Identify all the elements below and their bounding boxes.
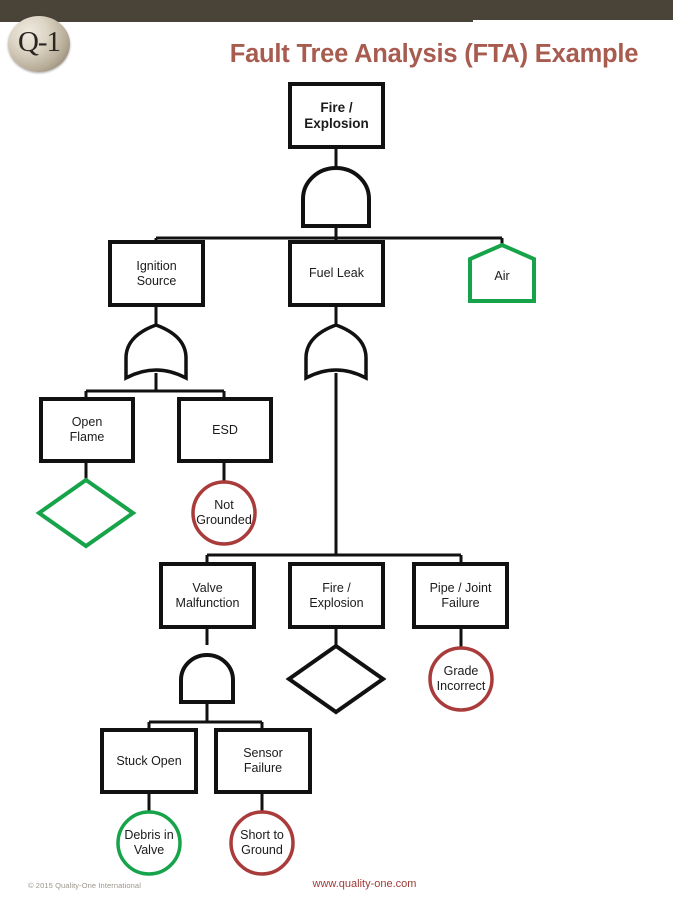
node-esd <box>177 397 273 463</box>
website-url[interactable]: www.quality-one.com <box>0 878 673 890</box>
or-gate-fuel-leak <box>304 323 368 381</box>
node-not-grounded-circle <box>191 480 257 546</box>
node-fire-explosion-2 <box>288 562 385 629</box>
fault-tree-diagram <box>0 0 673 898</box>
node-stuck-open <box>100 728 198 794</box>
node-debris-in-valve-circle <box>116 810 182 876</box>
slide-page: Q-1 Fault Tree Analysis (FTA) Example Fi… <box>0 0 673 898</box>
node-open-flame <box>39 397 135 463</box>
node-sensor-failure <box>214 728 312 794</box>
node-open-flame-undeveloped-diamond <box>35 477 137 549</box>
or-gate-ignition <box>124 323 188 381</box>
node-top-event <box>288 82 385 149</box>
node-short-to-ground-circle <box>229 810 295 876</box>
node-pipe-joint-failure <box>412 562 509 629</box>
and-gate-top <box>301 166 371 228</box>
node-air-house <box>468 242 536 303</box>
node-fire-explosion-transfer-diamond <box>285 643 387 715</box>
node-grade-incorrect-circle <box>428 646 494 712</box>
node-fuel-leak <box>288 240 385 307</box>
node-valve-malfunction <box>159 562 256 629</box>
and-gate-valve <box>179 653 235 704</box>
node-ignition-source <box>108 240 205 307</box>
